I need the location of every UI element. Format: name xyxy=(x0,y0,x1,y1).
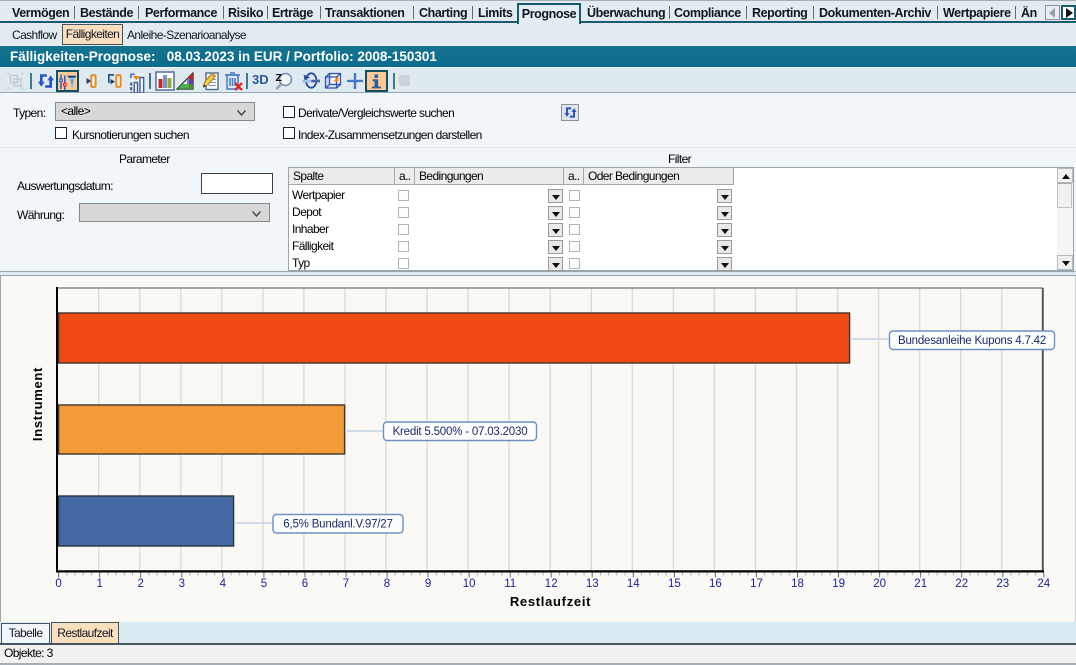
svg-text:2: 2 xyxy=(137,578,143,590)
svg-text:6: 6 xyxy=(302,578,308,590)
svg-text:17: 17 xyxy=(750,578,763,590)
svg-text:7: 7 xyxy=(343,578,349,590)
svg-text:24: 24 xyxy=(1037,578,1050,590)
svg-text:Bundesanleihe Kupons 4.7.42: Bundesanleihe Kupons 4.7.42 xyxy=(898,335,1046,347)
svg-text:Restlaufzeit: Restlaufzeit xyxy=(510,594,591,609)
svg-text:23: 23 xyxy=(996,578,1009,590)
svg-text:18: 18 xyxy=(791,578,804,590)
svg-text:6,5% Bundanl.V.97/27: 6,5% Bundanl.V.97/27 xyxy=(283,519,392,531)
svg-text:20: 20 xyxy=(873,578,886,590)
svg-text:Kredit 5.500% - 07.03.2030: Kredit 5.500% - 07.03.2030 xyxy=(393,426,528,438)
svg-text:21: 21 xyxy=(914,578,927,590)
svg-text:22: 22 xyxy=(955,578,968,590)
svg-text:3: 3 xyxy=(179,578,185,590)
svg-text:5: 5 xyxy=(261,578,267,590)
svg-text:8: 8 xyxy=(384,578,390,590)
svg-text:16: 16 xyxy=(709,578,722,590)
svg-text:9: 9 xyxy=(425,578,431,590)
svg-text:15: 15 xyxy=(668,578,681,590)
svg-text:Z: Z xyxy=(276,72,283,84)
svg-text:11: 11 xyxy=(504,578,516,590)
svg-text:4: 4 xyxy=(220,578,227,590)
svg-text:14: 14 xyxy=(627,578,640,590)
svg-text:Instrument: Instrument xyxy=(30,367,45,441)
svg-text:13: 13 xyxy=(586,578,599,590)
svg-text:0: 0 xyxy=(55,578,61,590)
svg-text:19: 19 xyxy=(832,578,845,590)
svg-text:10: 10 xyxy=(463,578,476,590)
svg-text:1: 1 xyxy=(96,578,102,590)
svg-text:12: 12 xyxy=(545,578,558,590)
